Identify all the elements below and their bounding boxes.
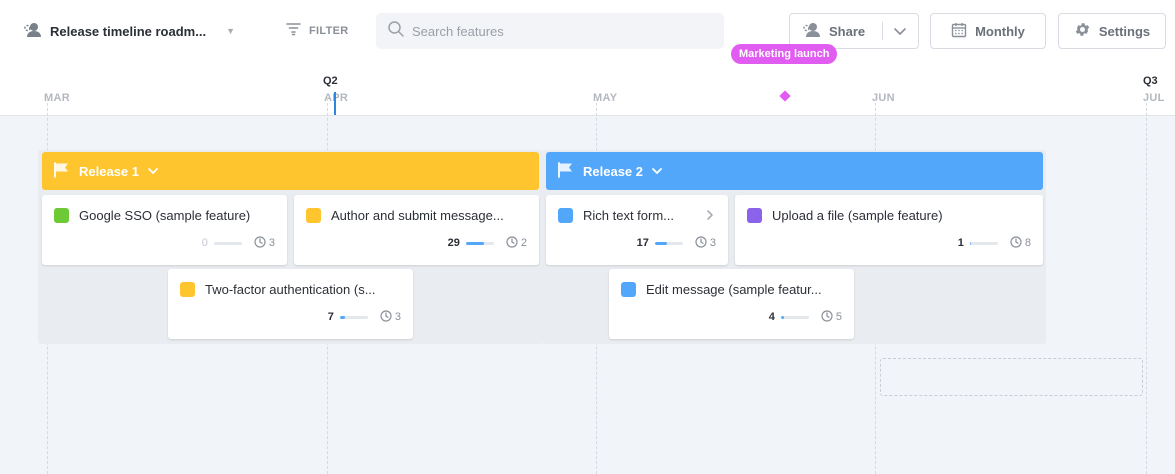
milestone-diamond-icon[interactable] bbox=[779, 90, 791, 102]
feature-color-swatch bbox=[306, 208, 321, 223]
milestone-marketing-launch[interactable]: Marketing launch bbox=[731, 44, 838, 64]
progress-fill bbox=[969, 241, 972, 245]
progress-bar bbox=[654, 241, 683, 245]
divider bbox=[882, 22, 883, 40]
feature-card[interactable]: Two-factor authentication (s... 7 3 bbox=[168, 269, 413, 339]
feature-card[interactable]: Author and submit message... 29 2 bbox=[294, 195, 539, 265]
feature-color-swatch bbox=[621, 282, 636, 297]
progress-bar bbox=[465, 241, 494, 245]
feature-card[interactable]: Google SSO (sample feature) 0 3 bbox=[42, 195, 287, 265]
feature-metrics: 7 3 bbox=[327, 309, 401, 325]
progress-bar bbox=[969, 241, 998, 245]
today-marker bbox=[334, 92, 336, 115]
clock-icon bbox=[254, 235, 266, 251]
feature-count: 1 bbox=[957, 237, 964, 249]
monthly-label: Monthly bbox=[975, 23, 1025, 39]
feature-color-swatch bbox=[180, 282, 195, 297]
feature-title: Edit message (sample featur... bbox=[646, 282, 822, 297]
feature-metrics: 4 5 bbox=[768, 309, 842, 325]
empty-drop-slot[interactable] bbox=[880, 358, 1143, 396]
search-box[interactable] bbox=[376, 13, 724, 49]
chevron-down-icon[interactable] bbox=[893, 23, 907, 42]
users-icon bbox=[803, 22, 821, 41]
feature-effort: 8 bbox=[1010, 235, 1031, 251]
release-1-name: Release 1 bbox=[79, 163, 139, 179]
progress-bar bbox=[213, 241, 242, 245]
flag-icon bbox=[53, 161, 71, 181]
feature-metrics: 29 2 bbox=[447, 235, 527, 251]
feature-count: 29 bbox=[447, 237, 460, 249]
feature-count: 17 bbox=[636, 237, 649, 249]
feature-title: Google SSO (sample feature) bbox=[79, 208, 251, 223]
filter-button[interactable]: FILTER bbox=[286, 22, 348, 39]
release-1-header[interactable]: Release 1 bbox=[42, 152, 539, 190]
progress-fill bbox=[780, 315, 784, 319]
feature-title: Two-factor authentication (s... bbox=[205, 282, 376, 297]
chevron-down-icon[interactable] bbox=[147, 164, 159, 179]
effort-value: 3 bbox=[709, 237, 716, 249]
users-icon bbox=[24, 22, 42, 41]
feature-color-swatch bbox=[747, 208, 762, 223]
calendar-icon bbox=[951, 22, 967, 41]
filter-icon bbox=[286, 22, 301, 39]
feature-effort: 5 bbox=[821, 309, 842, 325]
feature-card[interactable]: Rich text form... 17 3 bbox=[546, 195, 728, 265]
clock-icon bbox=[380, 309, 392, 325]
settings-label: Settings bbox=[1098, 23, 1151, 39]
search-input[interactable] bbox=[412, 23, 702, 39]
filter-label: FILTER bbox=[309, 24, 349, 37]
quarter-label-q3: Q3 bbox=[1143, 75, 1158, 87]
progress-bar bbox=[780, 315, 809, 319]
progress-fill bbox=[654, 241, 668, 245]
quarter-label-q2: Q2 bbox=[323, 75, 338, 87]
monthly-view-button[interactable]: Monthly bbox=[930, 13, 1046, 49]
effort-value: 8 bbox=[1024, 237, 1031, 249]
share-label: Share bbox=[829, 23, 866, 39]
roadmap-selector[interactable]: Release timeline roadm... ▼ bbox=[24, 20, 235, 42]
effort-value: 3 bbox=[268, 237, 275, 249]
gear-icon bbox=[1074, 21, 1091, 41]
feature-title: Upload a file (sample feature) bbox=[772, 208, 943, 223]
effort-value: 3 bbox=[394, 311, 401, 323]
chevron-right-icon[interactable] bbox=[706, 208, 714, 227]
clock-icon bbox=[506, 235, 518, 251]
feature-color-swatch bbox=[54, 208, 69, 223]
search-icon bbox=[388, 20, 404, 42]
release-2-header[interactable]: Release 2 bbox=[546, 152, 1043, 190]
feature-title: Rich text form... bbox=[583, 208, 675, 223]
feature-count: 4 bbox=[768, 311, 775, 323]
effort-value: 5 bbox=[835, 311, 842, 323]
toolbar: Release timeline roadm... ▼ FILTER Share… bbox=[0, 0, 1175, 62]
progress-fill bbox=[339, 315, 346, 319]
effort-value: 2 bbox=[520, 237, 527, 249]
feature-effort: 3 bbox=[380, 309, 401, 325]
clock-icon bbox=[695, 235, 707, 251]
progress-bar bbox=[339, 315, 368, 319]
chevron-down-icon[interactable] bbox=[651, 164, 663, 179]
chevron-down-icon: ▼ bbox=[226, 26, 235, 36]
feature-count: 7 bbox=[327, 311, 334, 323]
clock-icon bbox=[1010, 235, 1022, 251]
feature-metrics: 1 8 bbox=[957, 235, 1031, 251]
progress-fill bbox=[465, 241, 485, 245]
flag-icon bbox=[557, 161, 575, 181]
feature-count: 0 bbox=[201, 237, 208, 249]
roadmap-title: Release timeline roadm... bbox=[50, 23, 207, 39]
feature-effort: 2 bbox=[506, 235, 527, 251]
feature-effort: 3 bbox=[695, 235, 716, 251]
feature-card[interactable]: Edit message (sample featur... 4 5 bbox=[609, 269, 854, 339]
feature-effort: 3 bbox=[254, 235, 275, 251]
feature-metrics: 17 3 bbox=[636, 235, 716, 251]
clock-icon bbox=[821, 309, 833, 325]
feature-card[interactable]: Upload a file (sample feature) 1 8 bbox=[735, 195, 1043, 265]
release-2-name: Release 2 bbox=[583, 163, 643, 179]
timeline-header: MAR APR MAY JUN JUL Q2 Q3 bbox=[0, 62, 1175, 116]
feature-title: Author and submit message... bbox=[331, 208, 504, 223]
gridline-jul bbox=[1146, 98, 1147, 474]
settings-button[interactable]: Settings bbox=[1058, 13, 1166, 49]
feature-metrics: 0 3 bbox=[201, 235, 275, 251]
feature-color-swatch bbox=[558, 208, 573, 223]
